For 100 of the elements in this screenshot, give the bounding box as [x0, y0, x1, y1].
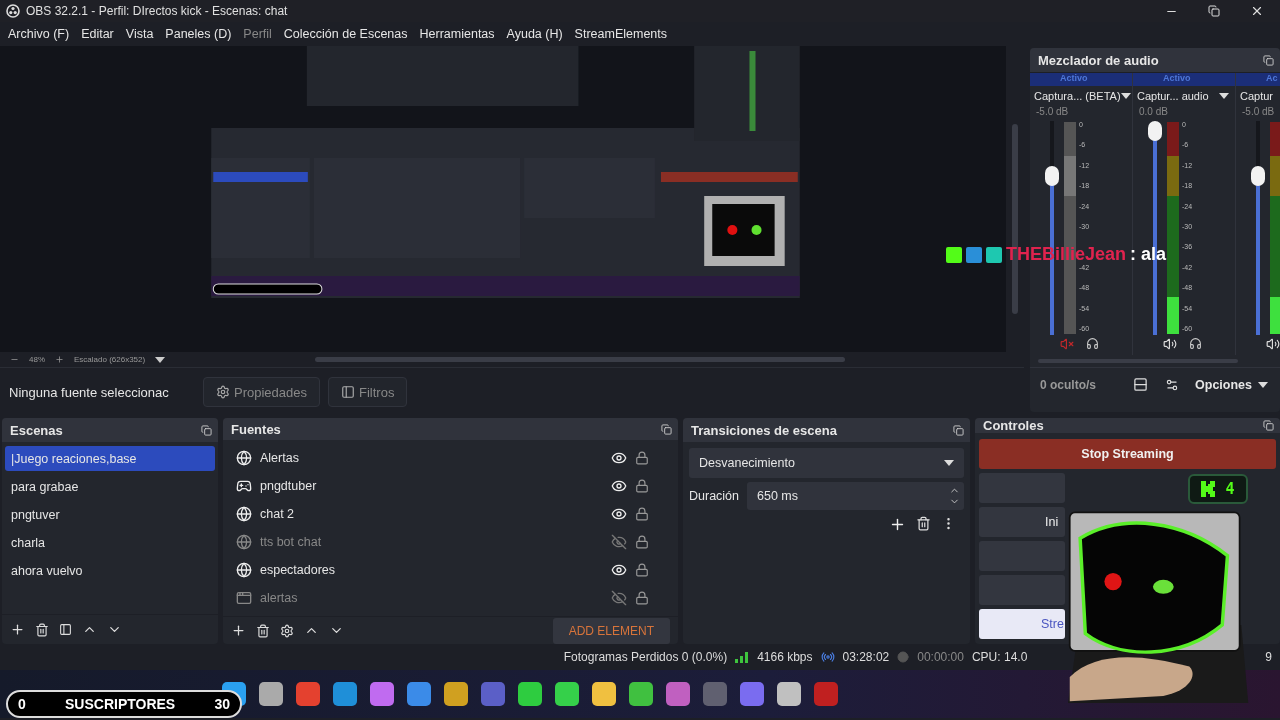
- menu-item[interactable]: Archivo (F): [2, 27, 76, 41]
- active-label: Activo: [1030, 73, 1132, 86]
- bitrate: 4166 kbps: [757, 650, 813, 664]
- panel-title: Fuentes: [231, 421, 281, 437]
- panel-title: Mezclador de audio: [1038, 52, 1159, 68]
- add-icon: [231, 623, 246, 639]
- source-name[interactable]: Alertas: [260, 451, 603, 466]
- transition-dropdown[interactable]: Desvanecimiento: [689, 448, 964, 478]
- source-name[interactable]: alertas: [260, 591, 603, 606]
- taskbar-app-icon[interactable]: [555, 682, 579, 706]
- channel-name: Captura... (BETA): [1034, 90, 1121, 102]
- duration-field[interactable]: 650 ms: [747, 482, 964, 510]
- app-logo-icon: [6, 4, 20, 18]
- delete-icon: [916, 516, 931, 531]
- active-label: Ac: [1236, 73, 1280, 86]
- menu-item[interactable]: StreamElements: [568, 27, 673, 41]
- settings-icon: [1165, 377, 1179, 392]
- menu-item[interactable]: Vista: [119, 27, 160, 41]
- menu-item[interactable]: Herramientas: [413, 27, 501, 41]
- settings-icon: [216, 385, 230, 399]
- source-name[interactable]: tts bot chat: [260, 535, 603, 550]
- filter-icon: [59, 623, 72, 636]
- add-element-button[interactable]: ADD ELEMENT: [552, 617, 670, 644]
- window-icon: [236, 590, 252, 607]
- record-icon: [897, 651, 910, 663]
- globe-icon: [236, 450, 252, 467]
- eye-off-icon[interactable]: [611, 590, 627, 607]
- record-time: 00:00:00: [917, 650, 964, 664]
- volume-slider[interactable]: [1251, 121, 1265, 335]
- duration-label: Duración: [689, 489, 740, 503]
- globe-icon: [236, 534, 252, 551]
- source-name[interactable]: espectadores: [260, 563, 603, 578]
- control-button[interactable]: Ini: [979, 507, 1065, 537]
- scene-item[interactable]: ahora vuelvo: [5, 558, 215, 583]
- caret-icon[interactable]: [1120, 93, 1131, 99]
- lock-icon: [635, 451, 649, 466]
- active-label: Activo: [1133, 73, 1235, 86]
- window-title: OBS 32.2.1 - Perfil: DIrectos kick - Escenas: chat: [26, 4, 289, 18]
- subscriber-goal: 30: [214, 696, 230, 712]
- channel-name: Captur: [1240, 90, 1274, 102]
- delete-icon: [256, 623, 270, 638]
- eye-off-icon[interactable]: [611, 534, 627, 551]
- subscriber-label: SUSCRIPTORES: [65, 696, 176, 712]
- viewer-count: 4: [1225, 480, 1235, 498]
- add-icon: [10, 622, 25, 637]
- menu-item[interactable]: Colección de Escenas: [277, 27, 414, 41]
- scene-item[interactable]: para grabae: [5, 474, 215, 499]
- zoom-level: 48%: [29, 355, 45, 364]
- options-button[interactable]: Opciones: [1188, 376, 1280, 393]
- lock-icon: [635, 591, 649, 606]
- dropped-frames: Fotogramas Perdidos 0 (0.0%): [563, 650, 728, 664]
- subscriber-start: 0: [18, 696, 26, 712]
- lock-icon: [635, 535, 649, 550]
- menu-item[interactable]: Editar: [75, 27, 120, 41]
- properties-button[interactable]: Propiedades: [203, 377, 320, 407]
- scene-item[interactable]: |Juego reaciones,base: [5, 446, 215, 471]
- scrollbar-thumb[interactable]: [315, 357, 846, 362]
- taskbar-app-icon[interactable]: [518, 682, 542, 706]
- status-number: 9: [1265, 650, 1272, 664]
- lock-icon: [635, 507, 649, 522]
- scene-item[interactable]: pngtuver: [5, 502, 215, 527]
- slider-thumb[interactable]: [1045, 165, 1059, 186]
- restore-icon[interactable]: [1208, 5, 1220, 17]
- undock-icon: [1263, 54, 1274, 66]
- headphones-icon: [1189, 337, 1202, 350]
- close-icon[interactable]: [1250, 4, 1264, 18]
- taskbar-app-icon[interactable]: [259, 682, 283, 706]
- scene-item[interactable]: charla: [5, 530, 215, 555]
- taskbar-app-icon[interactable]: [629, 682, 653, 706]
- delete-icon: [35, 622, 49, 637]
- panel-title: Transiciones de escena: [691, 422, 837, 438]
- volume-reading: -5.0 dB: [1035, 105, 1070, 117]
- menu-item[interactable]: Ayuda (H): [500, 27, 569, 41]
- control-button[interactable]: Stre: [979, 609, 1065, 639]
- source-name[interactable]: chat 2: [260, 507, 603, 522]
- signal-icon: [735, 651, 750, 663]
- hidden-count: 0 oculto/s: [1039, 377, 1097, 392]
- selected-source-label: Ninguna fuente seleccionac: [9, 384, 170, 400]
- stream-time: 03:28:02: [842, 650, 890, 664]
- zoom-in-icon[interactable]: [55, 355, 64, 364]
- menu-item[interactable]: Paneles (D): [159, 27, 238, 41]
- layout-icon: [1132, 377, 1148, 392]
- undock-icon: [1263, 420, 1274, 431]
- globe-icon: [236, 506, 252, 523]
- volume-reading: -5.0 dB: [1241, 105, 1276, 117]
- caret-icon[interactable]: [155, 356, 166, 363]
- taskbar-app-icon[interactable]: [592, 682, 616, 706]
- filters-button[interactable]: Filtros: [328, 377, 408, 407]
- slider-thumb[interactable]: [1251, 165, 1265, 186]
- scale-label: Escalado (626x352): [74, 355, 146, 364]
- headphones-icon: [1086, 337, 1099, 350]
- taskbar-app-icon[interactable]: [777, 682, 801, 706]
- cpu-usage: CPU: 14.0: [971, 650, 1028, 664]
- taskbar-app-icon[interactable]: [444, 682, 468, 706]
- source-name[interactable]: pngdtuber: [260, 479, 603, 494]
- caret-icon[interactable]: [1219, 93, 1229, 99]
- lock-icon: [635, 563, 649, 578]
- slider-thumb[interactable]: [1148, 121, 1162, 141]
- panel-title: Controles: [983, 418, 1044, 433]
- control-button[interactable]: Stop Streaming: [979, 439, 1276, 469]
